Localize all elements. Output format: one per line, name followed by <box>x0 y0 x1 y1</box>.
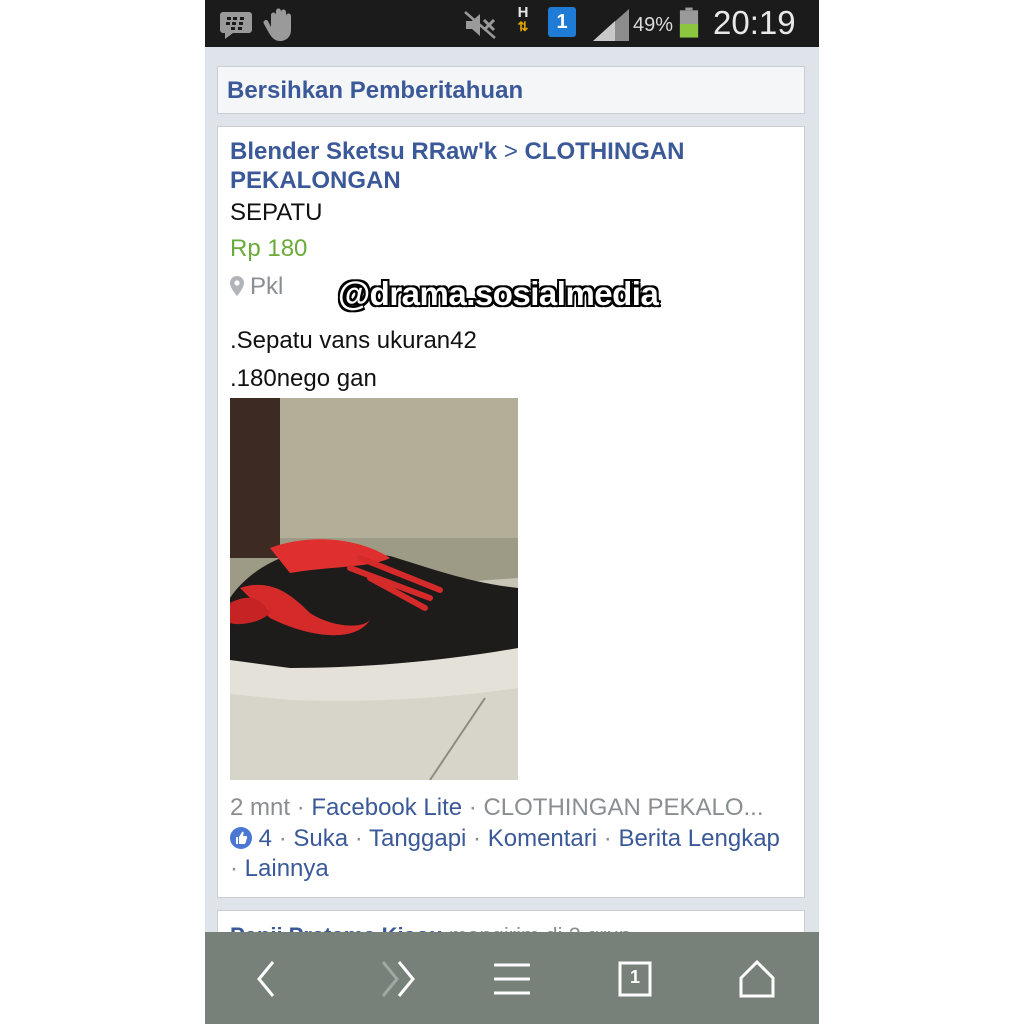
post-group-truncated[interactable]: CLOTHINGAN PEKALO... <box>483 794 763 821</box>
back-icon[interactable] <box>243 956 291 1002</box>
hplus-network-icon: H ⇅ <box>517 4 529 34</box>
item-price: Rp 180 <box>230 235 308 262</box>
post-header: Blender Sketsu RRaw'k > CLOTHINGAN PEKAL… <box>230 137 790 195</box>
post-meta: 2 mnt · Facebook Lite · CLOTHINGAN PEKAL… <box>230 794 764 821</box>
like-thumb-icon <box>230 827 252 849</box>
post-time[interactable]: 2 mnt <box>230 794 290 821</box>
signal-icon <box>593 9 629 41</box>
watermark-text: @drama.sosialmedia <box>337 274 660 313</box>
tabs-button[interactable]: 1 <box>611 956 659 1002</box>
battery-icon <box>679 7 699 38</box>
via-app-link[interactable]: Facebook Lite <box>311 794 462 821</box>
tab-count: 1 <box>629 967 640 987</box>
hand-icon <box>263 8 291 41</box>
post-author-link[interactable]: Blender Sketsu RRaw'k <box>230 138 497 165</box>
post-actions: 4 · Suka · Tanggapi · Komentari · Berita… <box>230 825 780 882</box>
next-post-rest: mengirim di 2 grup <box>443 923 631 932</box>
next-post-author[interactable]: Panji Pratama Kisou <box>230 923 443 932</box>
browser-bottom-nav: 1 <box>205 932 819 1024</box>
bbm-icon <box>220 12 252 39</box>
status-bar: H ⇅ 1 49% 20:19 <box>205 0 819 47</box>
post-card: Blender Sketsu RRaw'k > CLOTHINGAN PEKAL… <box>217 126 805 898</box>
home-icon[interactable] <box>733 956 781 1002</box>
post-description-line1: .Sepatu vans ukuran42 <box>230 327 477 354</box>
status-clock: 20:19 <box>713 4 796 41</box>
phone-screen: H ⇅ 1 49% 20:19 Bersihkan Pemberitahuan … <box>205 0 819 1024</box>
action-full-story[interactable]: Berita Lengkap <box>618 825 779 852</box>
action-more[interactable]: Lainnya <box>245 855 329 882</box>
clear-notifications-card: Bersihkan Pemberitahuan <box>217 66 805 114</box>
post-photo[interactable] <box>230 398 518 780</box>
location-pin-icon <box>230 276 244 296</box>
menu-icon[interactable] <box>488 956 536 1002</box>
action-like[interactable]: Suka <box>293 825 348 852</box>
battery-percent: 49% <box>633 14 674 36</box>
next-post-card: Panji Pratama Kisou mengirim di 2 grup <box>217 910 805 932</box>
notification-badge-icon: 1 <box>548 7 576 37</box>
clear-notifications-link[interactable]: Bersihkan Pemberitahuan <box>227 77 523 105</box>
like-count[interactable]: 4 <box>259 825 272 852</box>
forward-icon[interactable] <box>377 956 425 1002</box>
action-reply[interactable]: Tanggapi <box>369 825 466 852</box>
item-title: SEPATU <box>230 199 323 226</box>
item-location-text: Pkl <box>250 273 284 300</box>
item-location: Pkl <box>230 273 283 301</box>
action-comment[interactable]: Komentari <box>488 825 597 852</box>
post-separator: > <box>503 138 518 165</box>
next-post-header: Panji Pratama Kisou mengirim di 2 grup <box>230 923 631 932</box>
mute-icon <box>464 11 496 39</box>
post-description-line2: .180nego gan <box>230 365 377 392</box>
feed-content[interactable]: Bersihkan Pemberitahuan Blender Sketsu R… <box>205 47 819 932</box>
